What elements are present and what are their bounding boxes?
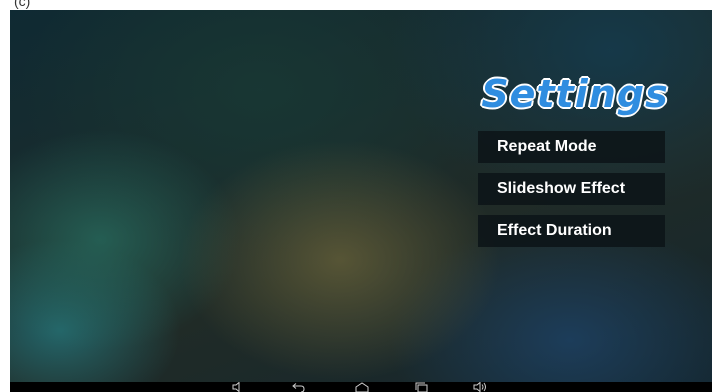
settings-title: Settings <box>481 72 669 116</box>
volume-down-icon[interactable] <box>228 382 248 392</box>
app-screen: Settings Repeat Mode Slideshow Effect Ef… <box>10 10 712 382</box>
home-icon[interactable] <box>352 382 372 392</box>
repeat-mode-button[interactable]: Repeat Mode <box>478 131 665 163</box>
recent-apps-icon[interactable] <box>412 382 432 392</box>
system-navbar <box>10 382 712 392</box>
volume-up-icon[interactable] <box>470 382 490 392</box>
effect-duration-button[interactable]: Effect Duration <box>478 215 665 247</box>
slideshow-effect-button[interactable]: Slideshow Effect <box>478 173 665 205</box>
settings-menu: Repeat Mode Slideshow Effect Effect Dura… <box>478 131 665 257</box>
back-icon[interactable] <box>288 382 308 392</box>
